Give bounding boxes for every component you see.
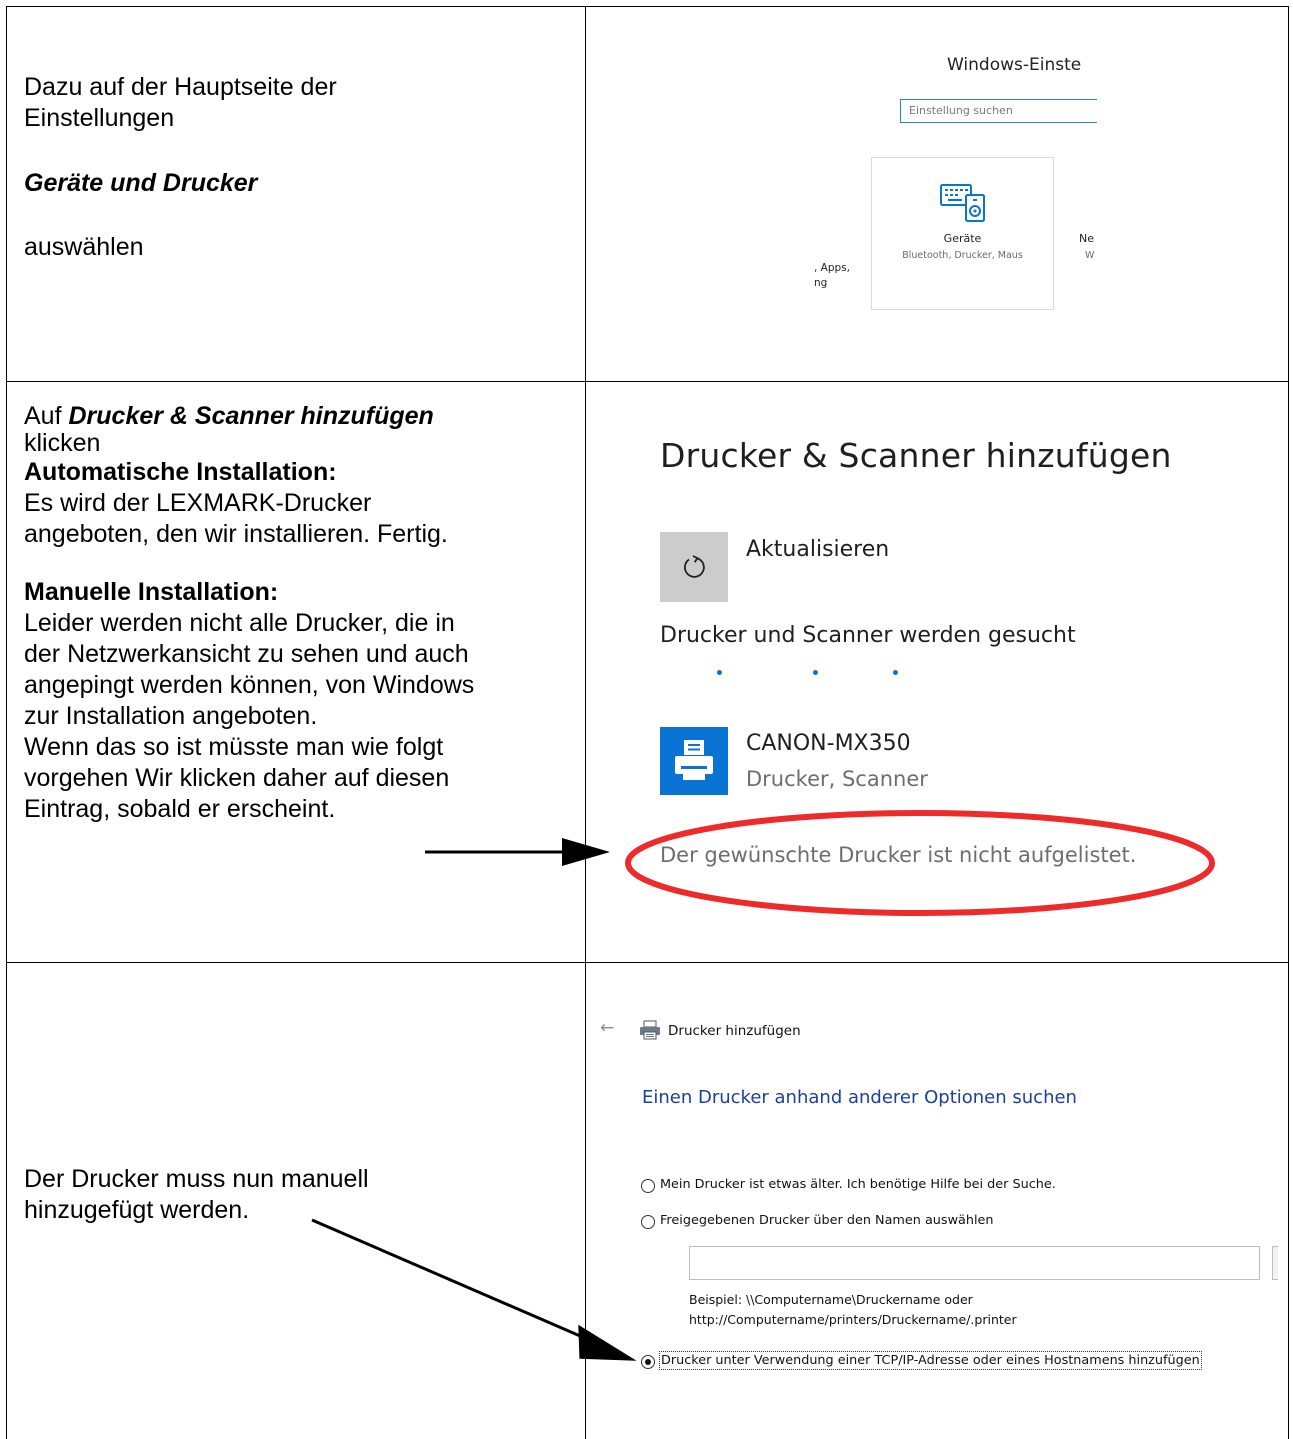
row2-manual-line-4: zur Installation angeboten. — [24, 702, 318, 730]
progress-dot-2 — [813, 670, 818, 675]
radio-option-shared-printer[interactable] — [641, 1215, 655, 1229]
refresh-icon — [684, 555, 705, 578]
row2-instruction: Auf Drucker & Scanner hinzufügen klicken… — [24, 401, 474, 825]
settings-tile-text: Geräte Bluetooth, Drucker, Maus — [871, 0, 1054, 300]
table-column-divider — [585, 6, 586, 1439]
browse-button[interactable] — [1272, 1246, 1278, 1280]
table-row-divider-2 — [6, 962, 1289, 963]
row2-auto-line-1: Es wird der LEXMARK-Drucker — [24, 489, 372, 517]
row2-auto-line-2: angeboten, den wir installieren. Fertig. — [24, 520, 448, 548]
row3-line-1: Der Drucker muss nun manuell — [24, 1165, 369, 1193]
row2-manual-line-3: angepingt werden können, von Windows — [24, 671, 475, 699]
settings-right-tile-fragment-2: W — [1085, 250, 1095, 261]
settings-left-tile-fragment-1: , Apps, — [814, 262, 850, 274]
table-border-top — [6, 6, 1289, 7]
row3-line-2: hinzugefügt werden. — [24, 1196, 250, 1224]
arrow-to-not-listed — [425, 838, 610, 866]
example-line-2: http://Computername/printers/Druckername… — [689, 1312, 1017, 1327]
progress-dot-1 — [717, 670, 722, 675]
printer-entry-name[interactable]: CANON-MX350 — [746, 731, 911, 756]
table-border-right — [1288, 6, 1289, 1439]
row2-manual-line-1: Leider werden nicht alle Drucker, die in — [24, 609, 455, 637]
row1-line1: Dazu auf der Hauptseite der — [24, 73, 337, 101]
progress-dot-3 — [893, 670, 898, 675]
row1-line2: Einstellungen — [24, 104, 175, 132]
back-arrow-icon[interactable]: ← — [600, 1018, 614, 1038]
settings-tile-name: Geräte — [943, 232, 982, 245]
row2-manual-heading: Manuelle Installation: — [24, 578, 279, 606]
radio-option-tcpip[interactable] — [641, 1355, 655, 1369]
row1-instruction: Dazu auf der Hauptseite der Einstellunge… — [24, 72, 337, 263]
table-row-divider-1 — [6, 381, 1289, 382]
option-tcpip-label[interactable]: Drucker unter Verwendung einer TCP/IP-Ad… — [659, 1351, 1202, 1370]
row1-emphasis: Geräte und Drucker — [24, 169, 258, 197]
dialog-title: Drucker hinzufügen — [668, 1023, 801, 1039]
option-shared-printer-label[interactable]: Freigegebenen Drucker über den Namen aus… — [660, 1213, 994, 1228]
shared-printer-name-input[interactable] — [689, 1246, 1260, 1280]
settings-left-tile-fragment-2: ng — [814, 277, 828, 289]
arrow-to-tcpip-option — [311, 1218, 637, 1361]
settings-tile-description: Bluetooth, Drucker, Maus — [902, 250, 1023, 261]
row2-manual-line-6: vorgehen Wir klicken daher auf diesen — [24, 764, 450, 792]
radio-option-older-printer[interactable] — [641, 1179, 655, 1193]
row2-line2: klicken — [24, 429, 101, 457]
shared-printer-example: Beispiel: \\Computername\Druckername ode… — [689, 1290, 1017, 1330]
dialog-subtitle: Einen Drucker anhand anderer Optionen su… — [642, 1087, 1077, 1108]
row2-auto-heading: Automatische Installation: — [24, 458, 337, 486]
row2-emphasis: Drucker & Scanner hinzufügen — [68, 402, 434, 430]
row2-manual-line-7: Eintrag, sobald er erscheint. — [24, 795, 336, 823]
printer-icon — [675, 740, 713, 780]
table-border-left — [6, 6, 7, 1439]
add-printer-heading: Drucker & Scanner hinzufügen — [660, 436, 1172, 475]
row2-manual-line-2: der Netzwerkansicht zu sehen und auch — [24, 640, 469, 668]
row2-prefix: Auf — [24, 402, 62, 430]
printer-entry-type: Drucker, Scanner — [746, 767, 928, 791]
row3-instruction: Der Drucker muss nun manuell hinzugefügt… — [24, 1164, 369, 1226]
refresh-button[interactable] — [660, 532, 728, 602]
row2-manual-line-5: Wenn das so ist müsste man wie folgt — [24, 733, 444, 761]
printer-not-listed-link[interactable]: Der gewünschte Drucker ist nicht aufgeli… — [660, 843, 1136, 867]
example-line-1: Beispiel: \\Computername\Druckername ode… — [689, 1292, 973, 1307]
refresh-label[interactable]: Aktualisieren — [746, 537, 889, 562]
title-printer-icon — [640, 1020, 660, 1040]
row1-line3: auswählen — [24, 233, 144, 261]
option-older-printer-label[interactable]: Mein Drucker ist etwas älter. Ich benöti… — [660, 1177, 1056, 1192]
settings-right-tile-fragment-1: Ne — [1079, 232, 1094, 245]
printer-entry-icon-tile[interactable] — [660, 727, 728, 795]
search-status: Drucker und Scanner werden gesucht — [660, 623, 1076, 648]
